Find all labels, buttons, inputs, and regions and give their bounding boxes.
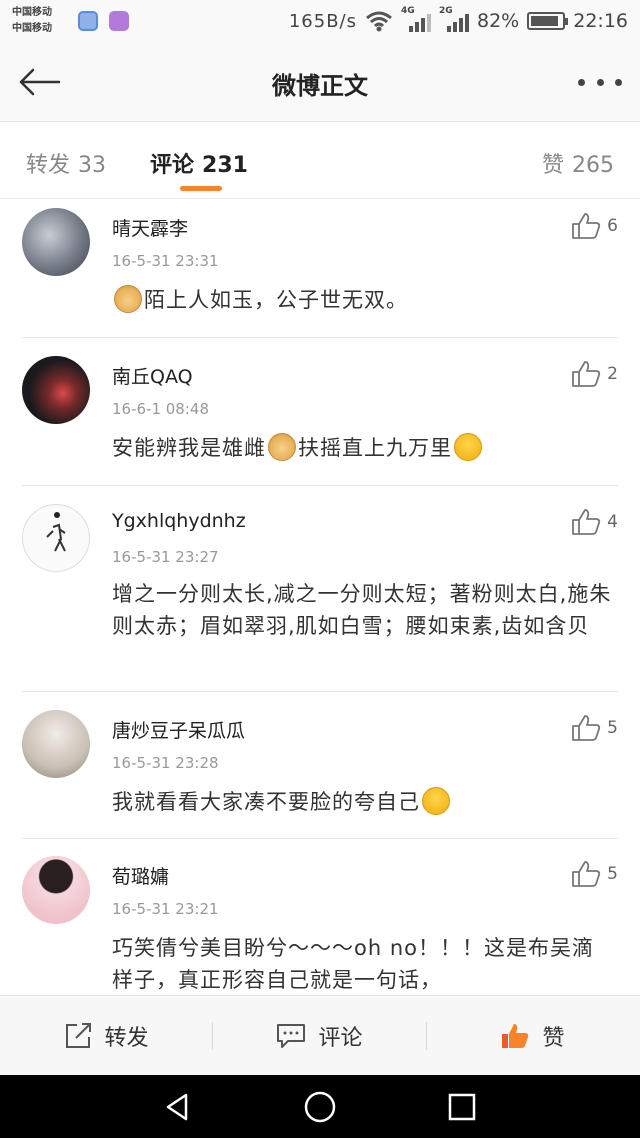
comment-like-button[interactable]: 5 (571, 860, 618, 888)
like-count: 5 (607, 718, 618, 738)
tab-comment[interactable]: 评论 231 (150, 147, 248, 179)
comment-author[interactable]: 荀璐嫞 (112, 862, 169, 889)
comment-time: 16-5-31 23:27 (112, 548, 219, 566)
comment-button[interactable]: 评论 (213, 996, 426, 1076)
like-button[interactable]: 赞 (426, 996, 639, 1076)
thumbs-up-icon (572, 213, 601, 239)
gallery-app-icon (109, 11, 129, 31)
page-title: 微博正文 (272, 72, 368, 100)
comment-text-part: 我就看看大家凑不要脸的夸自己 (112, 790, 420, 814)
figure-avatar-icon (46, 512, 66, 552)
like-count: 6 (607, 216, 618, 236)
more-dots-icon (596, 78, 604, 86)
comment-text: 陌上人如玉，公子世无双。 (112, 284, 612, 316)
like-count: 4 (607, 512, 618, 532)
like-count: 5 (607, 864, 618, 884)
nav-recents-button[interactable] (442, 1087, 482, 1127)
comment-text-part: 扶摇直上九万里 (298, 436, 452, 460)
tab-comment-count: 231 (202, 153, 248, 178)
repost-button[interactable]: 转发 (0, 996, 213, 1076)
network-speed: 165B/s (288, 10, 357, 32)
system-nav-bar (0, 1075, 640, 1138)
comment-text: 增之一分则太长,减之一分则太短；著粉则太白,施朱则太赤；眉如翠羽,肌如白雪；腰如… (112, 582, 612, 638)
comment-author[interactable]: Ygxhlqhydnhz (112, 510, 246, 532)
avatar[interactable] (22, 208, 90, 276)
like-count: 2 (607, 364, 618, 384)
more-dots-icon (615, 78, 622, 86)
carrier-info: 中国移动 中国移动 (12, 5, 52, 37)
tab-like[interactable]: 赞 265 (542, 147, 614, 179)
doge-emoji-icon (114, 285, 142, 313)
status-indicators: 165B/s 4G 2G 82% 22:16 (288, 6, 628, 33)
bottom-action-bar: 转发 评论 赞 (0, 995, 640, 1075)
comment-like-button[interactable]: 5 (571, 714, 618, 742)
comment-text-part: 安能辨我是雄雌 (112, 436, 266, 460)
comment-time: 16-5-31 23:31 (112, 252, 219, 270)
tab-comment-label: 评论 (150, 153, 195, 178)
comment-author[interactable]: 晴天霹李 (112, 214, 188, 241)
repost-label: 转发 (104, 1026, 149, 1051)
comment-time: 16-6-1 08:48 (112, 400, 209, 418)
more-dots-icon (578, 78, 585, 86)
battery-icon (527, 12, 569, 30)
thumbs-up-filled-icon (502, 1024, 529, 1048)
status-bar: 中国移动 中国移动 165B/s 4G 2G 82% 22:16 (0, 0, 640, 42)
divider (22, 337, 618, 338)
signal-bars-icon (409, 14, 431, 32)
comment-list[interactable]: 晴天霹李 16-5-31 23:31 陌上人如玉，公子世无双。 6 南丘QAQ … (0, 200, 640, 995)
tab-like-count: 265 (572, 153, 614, 178)
tab-bar: 转发 33 评论 231 赞 265 (0, 123, 640, 199)
signal-2g: 2G (439, 6, 469, 32)
notification-app-icon (78, 11, 98, 31)
tab-repost-label: 转发 (26, 153, 71, 178)
avatar[interactable] (22, 356, 90, 424)
tab-like-label: 赞 (541, 153, 564, 178)
more-button[interactable] (578, 70, 622, 94)
laugh-emoji-icon (422, 787, 450, 815)
nav-home-button[interactable] (300, 1087, 340, 1127)
avatar[interactable] (22, 504, 90, 572)
divider (22, 691, 618, 692)
divider (22, 838, 618, 839)
thumbs-up-icon (572, 509, 601, 535)
share-icon (66, 1023, 92, 1048)
square-recents-icon (448, 1093, 476, 1121)
battery-percent: 82% (477, 10, 520, 32)
comment-like-button[interactable]: 4 (571, 508, 618, 536)
doge-emoji-icon (268, 433, 296, 461)
comment-text: 巧笑倩兮美目盼兮～～～oh no！！！这是布吴滴样子，真正形容自己就是一句话， (112, 936, 594, 992)
signal-4g: 4G (401, 6, 431, 32)
comment-label: 评论 (318, 1026, 363, 1051)
comment-text-part: 陌上人如玉，公子世无双。 (144, 288, 408, 312)
carrier-2: 中国移动 (12, 23, 52, 34)
active-tab-indicator (180, 186, 222, 191)
comment-like-button[interactable]: 2 (571, 360, 618, 388)
comment-text: 安能辨我是雄雌 扶摇直上九万里 (112, 432, 612, 464)
carrier-1: 中国移动 (12, 7, 52, 18)
divider (22, 485, 618, 486)
comment-author[interactable]: 唐炒豆子呆瓜瓜 (112, 716, 245, 743)
circle-home-icon (304, 1091, 336, 1123)
tab-repost-count: 33 (78, 153, 107, 178)
comment-like-button[interactable]: 6 (571, 212, 618, 240)
comment-author[interactable]: 南丘QAQ (112, 362, 193, 389)
clock: 22:16 (573, 10, 628, 32)
thumbs-up-icon (572, 715, 601, 741)
comment-text: 我就看看大家凑不要脸的夸自己 (112, 786, 612, 818)
comment-time: 16-5-31 23:28 (112, 754, 219, 772)
comment-bubble-icon (277, 1024, 306, 1048)
comment-time: 16-5-31 23:21 (112, 900, 219, 918)
avatar[interactable] (22, 710, 90, 778)
triangle-back-icon (166, 1093, 188, 1121)
thumbs-up-icon (572, 361, 601, 387)
wifi-icon (366, 11, 392, 32)
avatar[interactable] (22, 856, 90, 924)
laugh-cry-emoji-icon (454, 433, 482, 461)
like-label: 赞 (542, 1026, 565, 1051)
signal-bars-icon (447, 14, 469, 32)
thumbs-up-icon (572, 861, 601, 887)
tab-repost[interactable]: 转发 33 (26, 147, 106, 179)
top-bar: 微博正文 (0, 42, 640, 122)
nav-back-button[interactable] (158, 1087, 198, 1127)
